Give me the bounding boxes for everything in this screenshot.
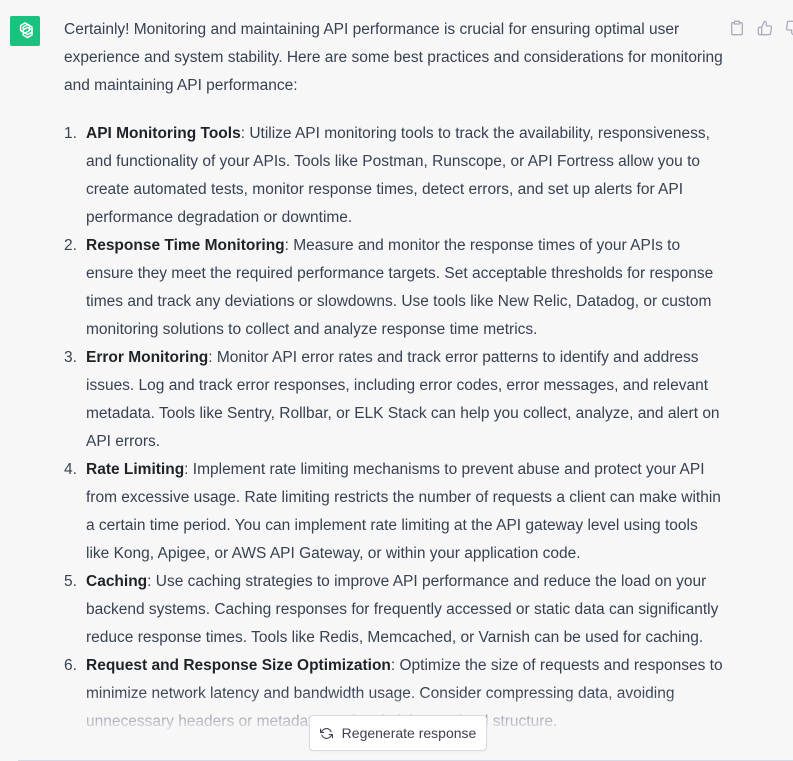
clipboard-icon — [731, 20, 743, 36]
message-intro: Certainly! Monitoring and maintaining AP… — [64, 21, 723, 94]
list-item: 4. Rate Limiting: Implement rate limiting… — [64, 456, 724, 568]
regenerate-response-button[interactable]: Regenerate response — [309, 715, 487, 751]
list-item-number: 6. — [64, 657, 77, 674]
list-item-title: Rate Limiting — [86, 461, 185, 478]
message-actions — [727, 18, 793, 38]
list-item: 1. API Monitoring Tools: Utilize API moni… — [64, 120, 724, 232]
thumbs-up-button[interactable] — [755, 18, 775, 38]
list-item: 2. Response Time Monitoring: Measure and … — [64, 232, 724, 344]
list-item-number: 3. — [64, 349, 77, 366]
list-item-title: Error Monitoring — [86, 349, 209, 366]
list-item: 5. Caching: Use caching strategies to imp… — [64, 568, 724, 652]
list-item-title: Caching — [86, 573, 148, 590]
list-item-number: 2. — [64, 237, 77, 254]
openai-logo-icon — [19, 22, 33, 39]
refresh-icon — [319, 727, 333, 740]
list-item-number: 1. — [64, 125, 77, 142]
list-item-number: 4. — [64, 461, 77, 478]
thumbs-down-icon — [785, 20, 793, 36]
regenerate-label: Regenerate response — [341, 725, 477, 741]
list-item-title: Request and Response Size Optimization — [86, 657, 391, 674]
thumbs-up-icon — [757, 20, 773, 36]
thumbs-down-button[interactable] — [783, 18, 793, 38]
list-item-title: Response Time Monitoring — [86, 237, 285, 254]
copy-button[interactable] — [727, 18, 747, 38]
list-item-number: 5. — [64, 573, 77, 590]
best-practices-list: 1. API Monitoring Tools: Utilize API moni… — [64, 120, 724, 736]
list-item-text: : Use caching strategies to improve API … — [86, 573, 719, 646]
list-item-title: API Monitoring Tools — [86, 125, 241, 142]
assistant-message: Certainly! Monitoring and maintaining AP… — [64, 16, 724, 736]
assistant-avatar — [10, 16, 40, 46]
list-item: 3. Error Monitoring: Monitor API error ra… — [64, 344, 724, 456]
